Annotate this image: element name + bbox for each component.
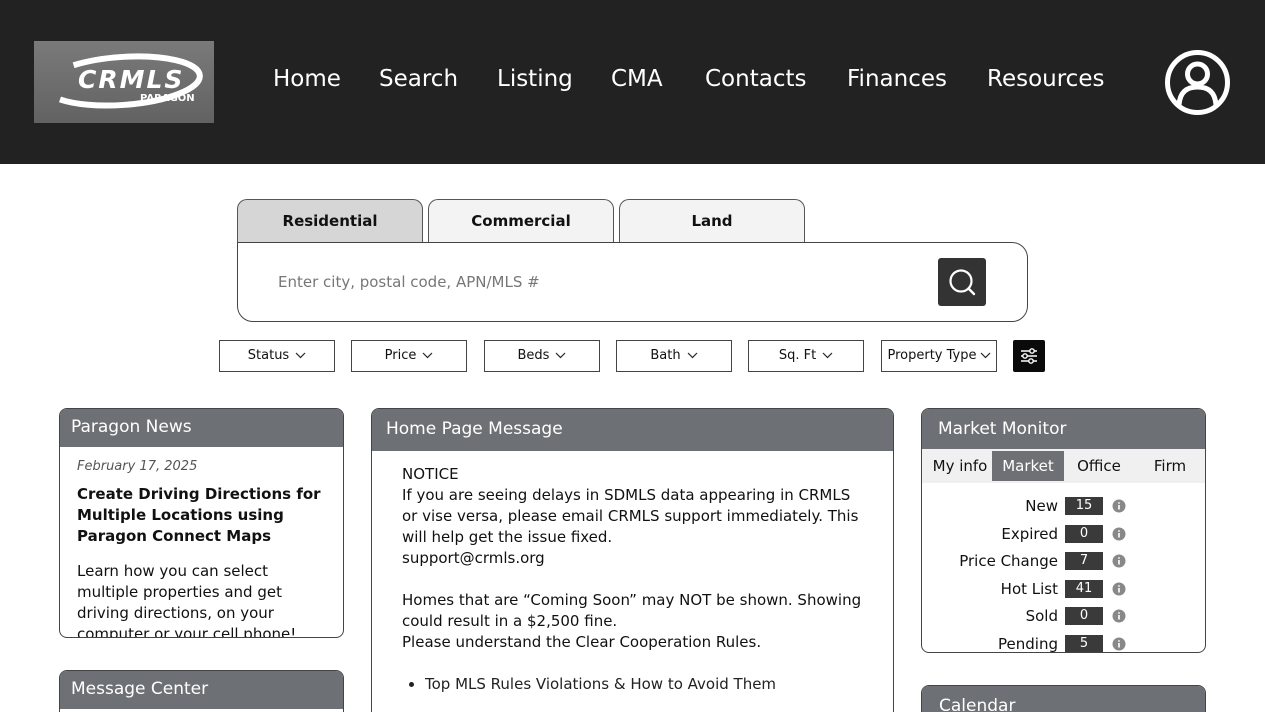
market-row-sold[interactable]: Sold 0 [922,605,1205,627]
filter-property-type[interactable]: Property Type [881,340,997,372]
user-profile-button[interactable] [1164,49,1231,116]
notice-heading: NOTICE [402,465,459,483]
filter-sqft-label: Sq. Ft [778,348,817,363]
info-icon[interactable] [1112,582,1126,596]
notice-paragraph-clear-cooperation: Please understand the Clear Cooperation … [402,633,762,651]
market-row-hot-list[interactable]: Hot List 41 [922,578,1205,600]
market-monitor-tabs: My info Market Office Firm [922,449,1205,483]
crmls-paragon-logo[interactable]: CRMLS PARAGON [34,41,214,123]
news-summary: Learn how you can select multiple proper… [77,562,297,638]
market-row-label: Sold [1025,607,1058,625]
sliders-icon [1021,348,1037,364]
market-row-new[interactable]: New 15 [922,495,1205,517]
nav-listing[interactable]: Listing [497,66,573,92]
tab-residential[interactable]: Residential [237,199,423,243]
chevron-down-icon [687,352,698,359]
market-row-count: 15 [1065,497,1103,515]
market-row-label: Expired [1001,524,1058,543]
market-row-price-change[interactable]: Price Change 7 [922,550,1205,572]
market-row-label: Price Change [959,552,1058,570]
home-page-message-title: Home Page Message [372,409,893,451]
market-row-count: 41 [1065,579,1103,598]
market-row-label: New [1025,497,1058,515]
market-row-count: 5 [1065,634,1103,652]
tab-land[interactable]: Land [619,199,805,243]
market-row-count: 0 [1065,607,1103,625]
filter-property-type-label: Property Type [887,348,977,363]
filter-bath-label: Bath [650,348,681,363]
nav-contacts[interactable]: Contacts [705,66,806,92]
message-center-title: Message Center [60,671,343,709]
chevron-down-icon [556,352,566,359]
tab-my-info[interactable]: My info [926,451,994,481]
nav-finances[interactable]: Finances [847,66,947,92]
info-icon[interactable] [1112,609,1126,623]
market-monitor-panel: Market Monitor My info Market Office Fir… [921,408,1206,653]
paragon-news-panel: Paragon News February 17, 2025 Create Dr… [59,408,344,638]
rules-violations-link[interactable]: Top MLS Rules Violations & How to Avoid … [425,674,862,695]
logo-subtext: PARAGON [140,93,195,104]
filter-sqft[interactable]: Sq. Ft [748,340,864,372]
tab-firm[interactable]: Firm [1134,451,1205,481]
filter-price[interactable]: Price [351,340,467,372]
search-button[interactable] [938,258,986,306]
nav-resources[interactable]: Resources [987,66,1104,92]
top-navigation-bar: CRMLS PARAGON Home Search Listing CMA Co… [0,0,1265,164]
paragon-news-title: Paragon News [60,409,343,447]
info-icon[interactable] [1112,499,1126,513]
notice-paragraph-sdmls: If you are seeing delays in SDMLS data a… [402,486,859,546]
search-icon [949,269,976,296]
nav-search[interactable]: Search [379,66,458,92]
market-row-count: 7 [1065,552,1103,570]
filter-beds[interactable]: Beds [484,340,600,372]
chevron-down-icon [295,352,306,359]
home-page-message-panel: Home Page Message NOTICE If you are seei… [371,408,894,712]
info-icon[interactable] [1112,554,1126,568]
home-page-message-body: NOTICE If you are seeing delays in SDMLS… [402,464,862,695]
news-headline[interactable]: Create Driving Directions for Multiple L… [77,484,327,547]
support-email-link[interactable]: support@crmls.org [402,548,862,569]
market-row-label: Pending [998,634,1058,653]
filter-status[interactable]: Status [219,340,335,372]
chevron-down-icon [980,352,990,359]
message-center-panel: Message Center [59,670,344,712]
filter-price-label: Price [384,348,417,363]
info-icon[interactable] [1112,527,1126,541]
filter-bath[interactable]: Bath [616,340,732,372]
chevron-down-icon [422,352,433,359]
calendar-title: Calendar [922,686,1205,712]
chevron-down-icon [822,352,833,359]
calendar-panel: Calendar [921,685,1206,712]
tab-commercial[interactable]: Commercial [428,199,614,243]
market-monitor-title: Market Monitor [922,409,1205,449]
user-circle-icon [1165,50,1230,115]
search-input[interactable] [278,269,918,295]
tab-market[interactable]: Market [992,451,1064,481]
filter-beds-label: Beds [517,348,550,363]
market-row-label: Hot List [1000,579,1058,598]
search-box [237,242,1028,322]
market-row-pending[interactable]: Pending 5 [922,633,1205,653]
tab-office[interactable]: Office [1064,451,1134,481]
news-item[interactable]: February 17, 2025 Create Driving Directi… [77,459,327,638]
info-icon[interactable] [1112,637,1126,651]
notice-paragraph-coming-soon: Homes that are “Coming Soon” may NOT be … [402,591,862,630]
market-row-count: 0 [1065,524,1103,543]
filter-status-label: Status [247,348,290,363]
rules-list: Top MLS Rules Violations & How to Avoid … [402,674,862,695]
logo-text: CRMLS [78,65,185,94]
nav-cma[interactable]: CMA [611,66,663,92]
advanced-filters-button[interactable] [1013,340,1045,372]
news-date: February 17, 2025 [77,459,198,474]
market-row-expired[interactable]: Expired 0 [922,523,1205,545]
nav-home[interactable]: Home [273,66,341,92]
